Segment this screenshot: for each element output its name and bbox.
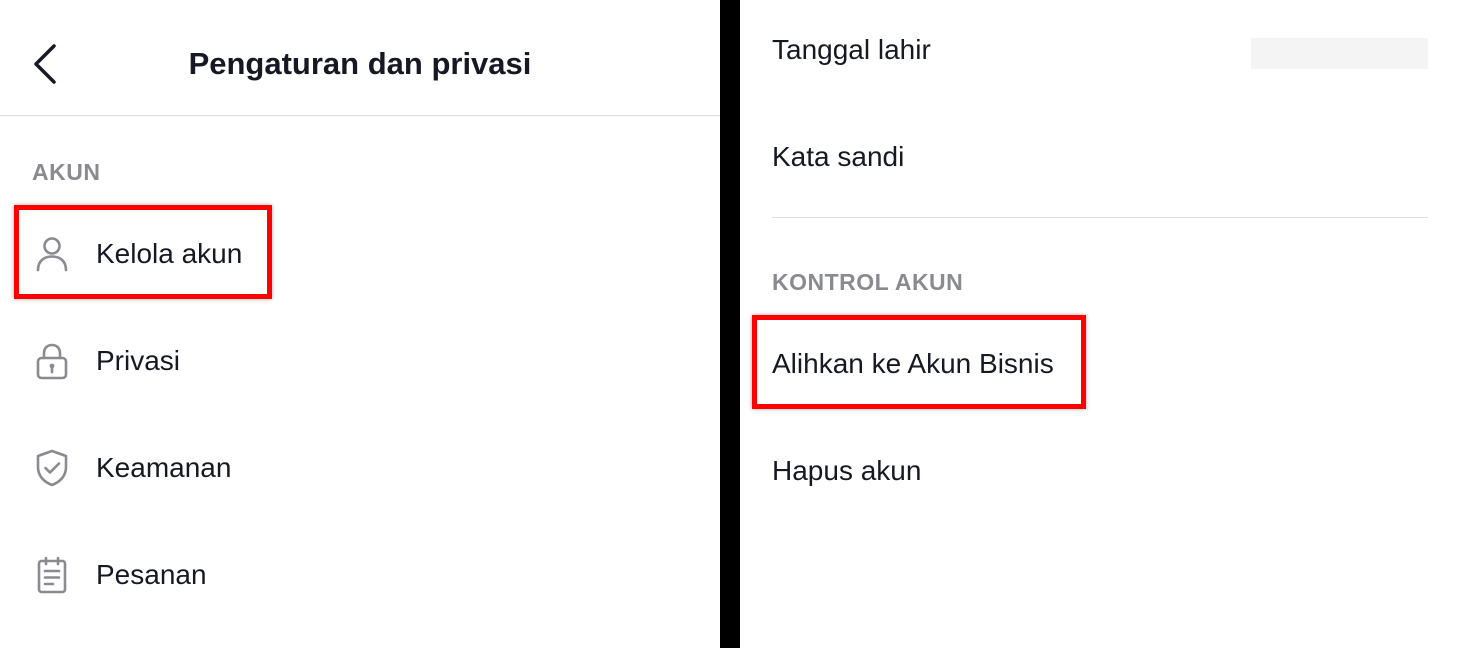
menu-item-alihkan-akun-bisnis[interactable]: Alihkan ke Akun Bisnis — [772, 324, 1428, 404]
header-divider — [0, 115, 720, 116]
menu-label-hapus-akun: Hapus akun — [772, 455, 922, 486]
lock-icon — [32, 341, 72, 381]
screenshot-divider — [720, 0, 740, 648]
menu-label-tanggal-lahir: Tanggal lahir — [772, 34, 931, 65]
menu-label-privasi: Privasi — [96, 345, 181, 376]
menu-label-kata-sandi: Kata sandi — [772, 141, 905, 172]
menu-item-hapus-akun[interactable]: Hapus akun — [772, 431, 1428, 511]
settings-panel-left: Pengaturan dan privasi AKUN Kelola akun … — [0, 0, 720, 648]
menu-item-privasi[interactable]: Privasi — [0, 321, 720, 401]
menu-item-tanggal-lahir[interactable]: Tanggal lahir — [772, 10, 1428, 90]
section-divider — [772, 217, 1428, 218]
menu-item-kelola-akun[interactable]: Kelola akun — [0, 214, 720, 294]
menu-label-keamanan: Keamanan — [96, 452, 232, 483]
menu-item-kata-sandi[interactable]: Kata sandi — [772, 117, 1428, 197]
menu-item-keamanan[interactable]: Keamanan — [0, 428, 720, 508]
menu-label-pesanan: Pesanan — [96, 559, 207, 590]
page-title: Pengaturan dan privasi — [188, 46, 532, 81]
menu-label-kelola-akun: Kelola akun — [96, 238, 243, 269]
menu-item-pesanan[interactable]: Pesanan — [0, 535, 720, 615]
person-icon — [32, 234, 72, 274]
birthdate-value — [1251, 38, 1428, 69]
section-label-kontrol-akun: KONTROL AKUN — [772, 269, 964, 295]
settings-panel-right: Tanggal lahir Kata sandi KONTROL AKUN Al… — [740, 0, 1460, 648]
section-label-akun: AKUN — [32, 159, 101, 185]
menu-label-alihkan-akun-bisnis: Alihkan ke Akun Bisnis — [772, 348, 1054, 379]
shield-check-icon — [32, 448, 72, 488]
clipboard-list-icon — [32, 555, 72, 595]
